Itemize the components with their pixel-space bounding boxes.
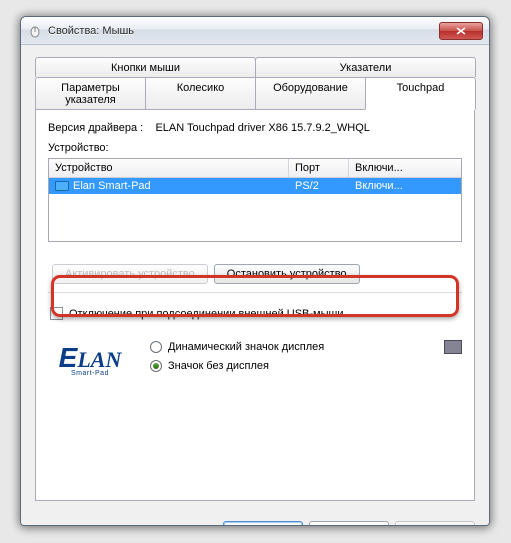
activate-device-button: Активировать устройство: [52, 264, 208, 284]
disable-on-usb-checkbox[interactable]: [50, 307, 63, 320]
driver-version-label: Версия драйвера :: [48, 122, 143, 134]
radio-dynamic-icon[interactable]: [150, 341, 162, 353]
driver-version-value: ELAN Touchpad driver X86 15.7.9.2_WHQL: [155, 122, 369, 134]
ok-button[interactable]: OK: [223, 521, 303, 526]
window-title: Свойства: Мышь: [48, 25, 439, 37]
touchpad-device-icon: [55, 181, 69, 191]
radio-dynamic-label: Динамический значок дисплея: [168, 341, 324, 353]
listview-header: Устройство Порт Включи...: [49, 159, 461, 178]
close-icon: [456, 27, 466, 35]
device-name: Elan Smart-Pad: [73, 180, 151, 192]
tab-hardware[interactable]: Оборудование: [255, 77, 366, 109]
touchpad-tab-page: Версия драйвера : ELAN Touchpad driver X…: [35, 109, 475, 501]
mouse-icon: [27, 23, 43, 39]
close-button[interactable]: [439, 22, 483, 40]
tabs-row-2: Параметры указателя Колесико Оборудовани…: [35, 77, 475, 109]
tab-pointers[interactable]: Указатели: [255, 57, 476, 77]
device-enabled: Включи...: [349, 178, 461, 194]
tab-touchpad[interactable]: Touchpad: [365, 77, 476, 110]
display-preview-icon: [444, 340, 462, 354]
device-port: PS/2: [289, 178, 349, 194]
column-port[interactable]: Порт: [289, 159, 349, 177]
radio-dynamic-icon-row[interactable]: Динамический значок дисплея: [150, 340, 462, 354]
column-device[interactable]: Устройство: [49, 159, 289, 177]
disable-on-usb-label: Отключение при подсоединении внешней USB…: [69, 308, 344, 320]
device-label: Устройство:: [48, 142, 462, 154]
tab-wheel[interactable]: Колесико: [145, 77, 256, 109]
dialog-button-bar: OK Отмена Применить: [21, 511, 489, 526]
display-icon-options: Динамический значок дисплея Значок без д…: [150, 340, 462, 378]
cancel-button[interactable]: Отмена: [309, 521, 389, 526]
radio-no-display-row[interactable]: Значок без дисплея: [150, 360, 462, 372]
separator: [48, 292, 462, 293]
driver-version-line: Версия драйвера : ELAN Touchpad driver X…: [48, 122, 462, 134]
device-listview[interactable]: Устройство Порт Включи... Elan Smart-Pad…: [48, 158, 462, 242]
tab-pointer-options[interactable]: Параметры указателя: [35, 77, 146, 109]
stop-device-button[interactable]: Остановить устройство: [214, 264, 360, 284]
disable-on-usb-row[interactable]: Отключение при подсоединении внешней USB…: [48, 299, 462, 326]
column-enabled[interactable]: Включи...: [349, 159, 461, 177]
elan-logo: ELAN Smart-Pad: [48, 340, 132, 384]
tabs-row-1: Кнопки мыши Указатели: [35, 57, 475, 77]
titlebar[interactable]: Свойства: Мышь: [21, 17, 489, 45]
apply-button: Применить: [395, 521, 475, 526]
radio-no-display-label: Значок без дисплея: [168, 360, 269, 372]
table-row[interactable]: Elan Smart-Pad PS/2 Включи...: [49, 178, 461, 194]
tab-buttons[interactable]: Кнопки мыши: [35, 57, 256, 77]
mouse-properties-window: Свойства: Мышь Кнопки мыши Указатели Пар…: [20, 16, 490, 526]
radio-no-display-icon[interactable]: [150, 360, 162, 372]
